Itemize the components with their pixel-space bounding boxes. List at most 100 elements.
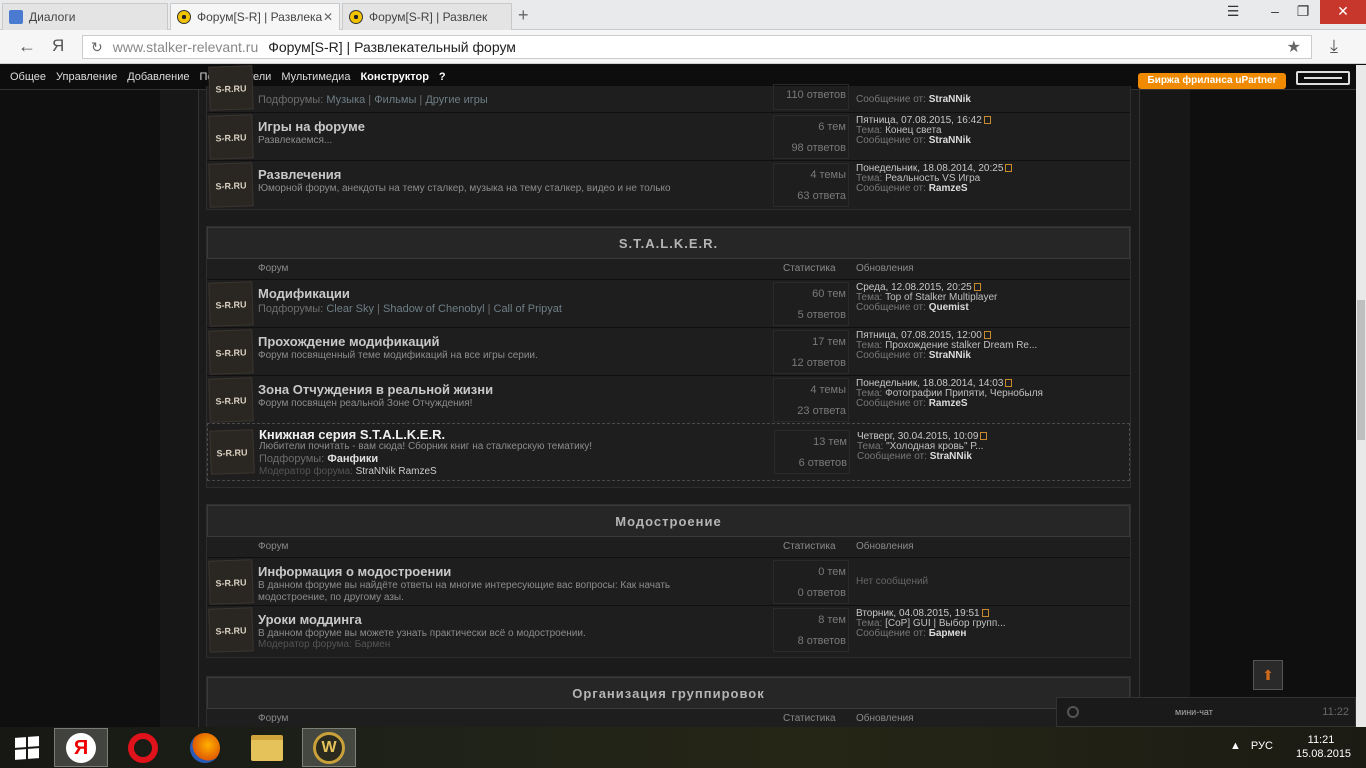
subforum-link[interactable]: Другие игры [425, 94, 487, 106]
topics-count: 17 тем [812, 336, 846, 348]
forum-title[interactable]: Прохождение модификаций [258, 334, 440, 349]
yandex-logo[interactable]: Я [52, 36, 64, 56]
forum-title[interactable]: Книжная серия S.T.A.L.K.E.R. [259, 427, 445, 442]
author-link[interactable]: RamzeS [929, 183, 968, 194]
url-field[interactable]: ↻ www.stalker-relevant.ru Форум[S-R] | Р… [82, 35, 1312, 59]
last-post-icon[interactable] [1005, 379, 1013, 388]
col-updates: Обновления [856, 713, 914, 724]
bookmark-star-icon[interactable]: ★ [1287, 37, 1301, 57]
tab-dialogs[interactable]: Диалоги [2, 3, 168, 30]
subforum-link[interactable]: Фанфики [327, 453, 378, 465]
forum-row[interactable]: S-R.RU Модификации Подфорумы: Clear Sky … [207, 279, 1130, 327]
close-tab-icon[interactable]: ✕ [323, 10, 333, 24]
moderator-link[interactable]: Бармен [355, 639, 391, 650]
subforum-link[interactable]: Call of Pripyat [494, 303, 562, 315]
forum-row[interactable]: S-R.RU Игры на форуме Развлекаемся... 6 … [207, 112, 1130, 160]
forum-row[interactable]: S-R.RU Уроки моддинга В данном форуме вы… [207, 605, 1130, 653]
taskbar-opera[interactable] [116, 728, 170, 767]
author-link[interactable]: StraNNik [929, 135, 971, 146]
forum-icon: S-R.RU [208, 65, 254, 111]
panel-toggle-icon[interactable] [1296, 71, 1350, 85]
forum-title[interactable]: Развлечения [258, 167, 341, 182]
menu-icon[interactable]: ☰ [1216, 0, 1250, 24]
tab-title: Диалоги [29, 10, 76, 24]
last-post-icon[interactable] [973, 283, 981, 292]
download-icon[interactable]: ⤓ [1330, 36, 1338, 57]
forum-icon: S-R.RU [208, 559, 254, 605]
replies-count: 8 ответов [797, 635, 846, 647]
admin-menu-help[interactable]: ? [439, 71, 446, 83]
last-post-icon[interactable] [983, 116, 991, 125]
taskbar-firefox[interactable] [178, 728, 232, 767]
forum-row-highlighted[interactable]: S-R.RU Книжная серия S.T.A.L.K.E.R. Люби… [207, 423, 1130, 481]
forum-row[interactable]: S-R.RU Развлечения Юморной форум, анекдо… [207, 160, 1130, 208]
admin-menu-multimedia[interactable]: Мультимедиа [281, 71, 350, 83]
mini-chat-bar[interactable]: мини-чат 11:22 [1056, 697, 1356, 727]
admin-menu-manage[interactable]: Управление [56, 71, 117, 83]
mini-chat-label: мини-чат [1175, 707, 1213, 717]
last-post-icon[interactable] [983, 331, 991, 340]
forum-title[interactable]: Модификации [258, 286, 350, 301]
subforum-link[interactable]: Музыка [326, 94, 365, 106]
mini-chat-time: 11:22 [1322, 706, 1349, 718]
back-icon[interactable]: ← [18, 36, 36, 57]
taskbar-yandex[interactable]: Я [54, 728, 108, 767]
column-headers: Форум Статистика Обновления [207, 259, 1130, 279]
last-post-icon[interactable] [1005, 164, 1013, 173]
start-button[interactable] [0, 728, 54, 767]
author-link[interactable]: Бармен [929, 628, 967, 639]
reload-icon[interactable]: ↻ [91, 39, 103, 56]
forum-title[interactable]: Информация о модостроении [258, 564, 451, 579]
moderator-links[interactable]: StraNNik RamzeS [356, 466, 437, 477]
freelance-button[interactable]: Биржа фриланса uPartner [1138, 73, 1286, 89]
last-update: Понедельник, 18.08.2014, 20:25 Тема: Реа… [856, 164, 1013, 194]
replies-count: 98 ответов [791, 142, 846, 154]
scroll-top-button[interactable]: ⬆ [1253, 660, 1283, 690]
author-link[interactable]: Quemist [929, 302, 969, 313]
admin-menu-constructor[interactable]: Конструктор [360, 71, 428, 83]
category-title[interactable]: S.T.A.L.K.E.R. [207, 227, 1130, 259]
close-window-icon[interactable]: ✕ [1320, 0, 1366, 24]
author-link[interactable]: RamzeS [929, 398, 968, 409]
last-post-icon[interactable] [980, 432, 988, 441]
category-title[interactable]: Организация группировок [207, 677, 1130, 709]
forum-title[interactable]: Игры на форуме [258, 119, 365, 134]
subforum-link[interactable]: Clear Sky [326, 303, 374, 315]
tab-forum-active[interactable]: Форум[S-R] | Развлека ✕ [170, 3, 340, 30]
forum-icon: S-R.RU [208, 281, 254, 327]
forum-title[interactable]: Зона Отчуждения в реальной жизни [258, 382, 493, 397]
last-post-icon[interactable] [981, 609, 989, 618]
tab-forum[interactable]: Форум[S-R] | Развлек [342, 3, 512, 30]
category-title[interactable]: Модостроение [207, 505, 1130, 537]
col-forum: Форум [258, 541, 289, 552]
replies-count: 0 ответов [797, 587, 846, 599]
new-tab-icon[interactable]: + [518, 5, 529, 26]
taskbar-wow[interactable]: W [302, 728, 356, 767]
author-link[interactable]: StraNNik [929, 94, 971, 105]
address-bar: ← Я ↻ www.stalker-relevant.ru Форум[S-R]… [0, 30, 1366, 64]
restore-icon[interactable]: ❐ [1286, 0, 1320, 24]
subforum-link[interactable]: Фильмы [374, 94, 416, 106]
forum-row[interactable]: S-R.RU Зона Отчуждения в реальной жизни … [207, 375, 1130, 423]
moderators-line: Модератор форума: StraNNik RamzeS [259, 466, 437, 477]
forum-description: Развлекаемся... [258, 135, 333, 146]
url-page-title: Форум[S-R] | Развлекательный форум [268, 39, 516, 55]
replies-count: 5 ответов [797, 309, 846, 321]
left-border [160, 90, 198, 727]
forum-row[interactable]: S-R.RU Подфорумы: Музыка | Фильмы | Друг… [207, 65, 1130, 112]
forum-row[interactable]: S-R.RU Информация о модостроении В данно… [207, 557, 1130, 605]
subforum-link[interactable]: Shadow of Chenobyl [383, 303, 485, 315]
keyboard-language[interactable]: РУС [1251, 740, 1273, 752]
last-update: Пятница, 07.08.2015, 12:00 Тема: Прохожд… [856, 330, 1038, 361]
firefox-icon [190, 732, 220, 763]
author-link[interactable]: StraNNik [929, 350, 971, 361]
taskbar-explorer[interactable] [240, 728, 294, 767]
forum-row[interactable]: S-R.RU Прохождение модификаций Форум пос… [207, 327, 1130, 375]
taskbar-clock[interactable]: 11:21 15.08.2015 [1296, 733, 1351, 761]
forum-title[interactable]: Уроки моддинга [258, 612, 362, 627]
author-link[interactable]: StraNNik [930, 451, 972, 462]
admin-menu-general[interactable]: Общее [10, 71, 46, 83]
admin-menu-add[interactable]: Добавление [127, 71, 189, 83]
tray-expand-icon[interactable]: ▲ [1230, 740, 1241, 752]
scrollbar-thumb[interactable] [1357, 300, 1365, 440]
